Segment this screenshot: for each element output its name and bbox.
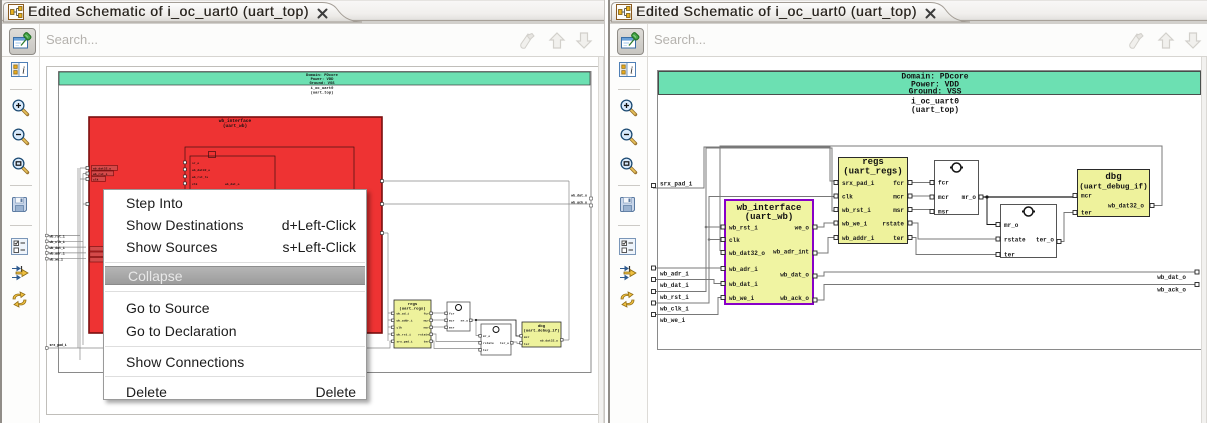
- svg-text:wb_adr_i: wb_adr_i: [660, 271, 689, 278]
- svg-text:wb_rst_i: wb_rst_i: [50, 234, 65, 238]
- svg-text:wb_rst_i: wb_rst_i: [842, 207, 871, 214]
- svg-text:clk: clk: [842, 194, 853, 201]
- svg-text:msr: msr: [893, 207, 904, 214]
- svg-text:i_oc_uart0: i_oc_uart0: [311, 86, 335, 91]
- svg-text:wb_we_i: wb_we_i: [842, 221, 868, 228]
- svg-text:wb_rst_i: wb_rst_i: [93, 172, 108, 176]
- svg-text:wb_addr_i: wb_addr_i: [842, 235, 875, 242]
- svg-text:fcr: fcr: [938, 180, 949, 187]
- svg-text:(uart_regs): (uart_regs): [399, 307, 425, 312]
- svg-text:sr_o: sr_o: [192, 162, 199, 165]
- svg-text:wb_dat32_o: wb_dat32_o: [540, 339, 558, 343]
- svg-text:ter_o: ter_o: [1036, 237, 1054, 244]
- svg-text:ter_o: ter_o: [500, 342, 509, 345]
- svg-text:mr_o: mr_o: [962, 194, 977, 201]
- svg-text:ter: ter: [1004, 252, 1015, 259]
- svg-text:regs: regs: [862, 157, 884, 167]
- svg-text:(uart_regs): (uart_regs): [843, 167, 902, 177]
- svg-text:wb_dat_o: wb_dat_o: [780, 272, 809, 279]
- svg-text:wb_we_i: wb_we_i: [729, 295, 755, 302]
- svg-text:clk: clk: [192, 182, 198, 186]
- svg-text:rstate: rstate: [1004, 237, 1026, 244]
- svg-text:wb_clk_i: wb_clk_i: [660, 306, 689, 313]
- svg-text:mr_o: mr_o: [483, 335, 490, 338]
- svg-text:wb_rst_ls: wb_rst_ls: [192, 175, 208, 179]
- svg-text:wb_adr_i: wb_adr_i: [50, 252, 65, 256]
- svg-text:srx_pad_i: srx_pad_i: [660, 181, 693, 188]
- svg-text:(uart_debug_if): (uart_debug_if): [1079, 184, 1147, 192]
- svg-text:wb_dat_i: wb_dat_i: [729, 281, 758, 288]
- svg-text:dbg: dbg: [538, 324, 546, 329]
- svg-text:ter: ter: [893, 235, 904, 242]
- svg-text:wb_dat_i: wb_dat_i: [50, 246, 65, 250]
- svg-text:fcr: fcr: [424, 312, 430, 316]
- svg-text:wb_ack_o: wb_ack_o: [571, 201, 587, 205]
- svg-text:srx_pad_i: srx_pad_i: [397, 340, 413, 344]
- svg-text:clk: clk: [397, 326, 403, 330]
- svg-text:rstate: rstate: [483, 342, 494, 345]
- svg-text:(uart_wb): (uart_wb): [745, 212, 794, 222]
- svg-text:(uart_top): (uart_top): [311, 91, 334, 96]
- svg-text:mr_o: mr_o: [461, 320, 468, 323]
- svg-text:we_o: we_o: [795, 225, 810, 232]
- svg-text:wb_clk_i: wb_clk_i: [50, 240, 65, 244]
- svg-text:srx_pad_i: srx_pad_i: [842, 180, 875, 187]
- svg-text:rstate: rstate: [882, 221, 904, 228]
- svg-text:mr_o: mr_o: [1004, 222, 1019, 229]
- svg-text:mcr: mcr: [449, 320, 455, 323]
- svg-text:(uart_top): (uart_top): [911, 106, 959, 115]
- svg-text:fcr: fcr: [893, 180, 904, 187]
- svg-text:mcr: mcr: [524, 336, 530, 339]
- svg-text:wb_addr_i: wb_addr_i: [397, 319, 413, 323]
- svg-text:i: i: [22, 65, 25, 77]
- svg-text:(uart_debug_if): (uart_debug_if): [523, 329, 559, 334]
- svg-text:wb_we_i: wb_we_i: [660, 317, 686, 324]
- svg-text:wb_rst_i: wb_rst_i: [397, 333, 412, 337]
- svg-text:wb_dat32_o: wb_dat32_o: [1108, 203, 1144, 210]
- svg-text:mcr: mcr: [938, 194, 949, 201]
- svg-text:wb_dat_o: wb_dat_o: [1157, 274, 1186, 281]
- svg-text:wb_dat32_o: wb_dat32_o: [93, 166, 111, 170]
- svg-text:mcr: mcr: [1081, 193, 1092, 200]
- svg-text:wb_we_i: wb_we_i: [50, 258, 63, 262]
- svg-text:fcr: fcr: [449, 312, 455, 316]
- svg-text:i: i: [630, 65, 633, 77]
- svg-text:srx_pad_i: srx_pad_i: [50, 343, 67, 347]
- svg-text:Ground: VSS: Ground: VSS: [909, 88, 962, 97]
- svg-text:wb_dat_o: wb_dat_o: [571, 194, 587, 198]
- svg-text:wb_dat32_o: wb_dat32_o: [729, 250, 765, 257]
- svg-text:rstate: rstate: [418, 334, 429, 337]
- svg-text:wb_dat32_o: wb_dat32_o: [192, 168, 210, 172]
- svg-text:clk: clk: [729, 237, 740, 244]
- svg-text:mcr: mcr: [893, 194, 904, 201]
- svg-text:ter: ter: [524, 343, 530, 346]
- svg-text:wb_rst_i: wb_rst_i: [660, 294, 689, 301]
- svg-text:mcr: mcr: [424, 320, 430, 323]
- svg-text:wb_dat_i: wb_dat_i: [660, 282, 689, 289]
- svg-text:ter: ter: [483, 349, 489, 352]
- svg-text:msr: msr: [424, 327, 430, 330]
- svg-text:wb_rst_i: wb_rst_i: [729, 225, 758, 232]
- svg-text:wb_adr_int: wb_adr_int: [773, 249, 809, 256]
- svg-text:ter: ter: [424, 341, 430, 344]
- svg-text:wb_adr_i: wb_adr_i: [729, 266, 758, 273]
- svg-text:wb_ack_o: wb_ack_o: [1157, 287, 1186, 294]
- svg-text:msr: msr: [449, 327, 455, 330]
- svg-text:wb_dat_o: wb_dat_o: [225, 182, 240, 186]
- svg-text:wb_ack_o: wb_ack_o: [780, 295, 809, 302]
- svg-text:wb_ad_i: wb_ad_i: [397, 312, 410, 316]
- svg-text:clk: clk: [93, 177, 99, 181]
- svg-text:dbg: dbg: [1105, 172, 1121, 182]
- svg-text:(uart_wb): (uart_wb): [223, 123, 247, 129]
- svg-text:ter: ter: [1081, 210, 1092, 217]
- svg-text:regs: regs: [408, 302, 418, 307]
- svg-text:Ground: VSS: Ground: VSS: [309, 81, 335, 86]
- svg-text:msr: msr: [938, 209, 949, 216]
